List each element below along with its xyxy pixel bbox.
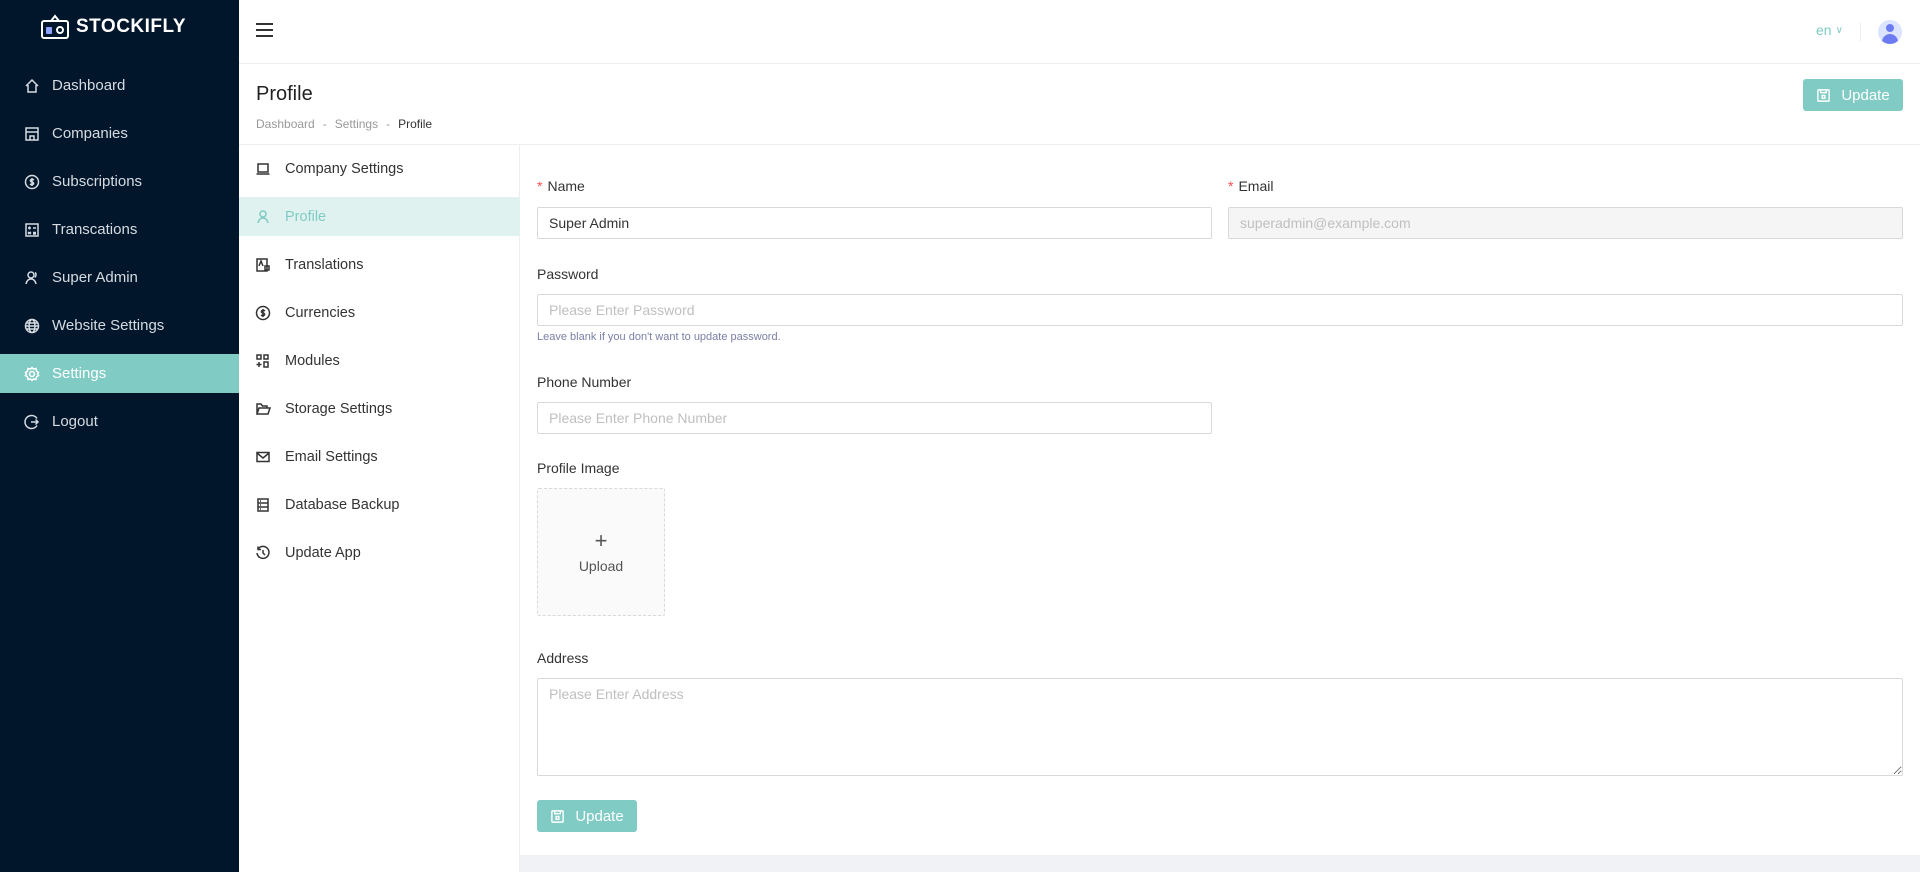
submenu-label: Database Backup <box>285 496 400 513</box>
translation-icon <box>256 257 270 272</box>
address-label: Address <box>537 650 589 666</box>
menu-toggle-icon[interactable] <box>256 23 273 37</box>
user-icon <box>257 209 269 223</box>
globe-icon <box>24 318 40 333</box>
breadcrumb-current: Profile <box>398 117 433 131</box>
sidebar-item-subscriptions[interactable]: Subscriptions <box>0 162 239 201</box>
laptop-icon <box>256 162 270 175</box>
users-icon <box>25 270 37 284</box>
submenu-label: Translations <box>285 256 364 273</box>
save-icon <box>551 809 565 823</box>
submenu-email-settings[interactable]: Email Settings <box>239 437 520 476</box>
upload-label: Upload <box>578 558 624 574</box>
submenu-profile[interactable]: Profile <box>239 197 520 236</box>
user-avatar[interactable] <box>1878 20 1902 44</box>
logout-icon <box>24 414 40 429</box>
top-header: en ∨ <box>239 0 1920 64</box>
breadcrumb-dashboard[interactable]: Dashboard <box>256 117 315 131</box>
submenu-modules[interactable]: Modules <box>239 341 520 380</box>
submenu-label: Company Settings <box>285 160 404 177</box>
sidebar-item-settings[interactable]: Settings <box>0 354 239 393</box>
address-textarea[interactable] <box>537 678 1903 776</box>
sidebar-item-label: Logout <box>52 413 98 430</box>
update-label: Update <box>575 807 624 825</box>
language-selector[interactable]: en ∨ <box>1816 22 1843 38</box>
dollar-circle-icon <box>24 174 40 189</box>
sidebar-item-dashboard[interactable]: Dashboard <box>0 66 239 105</box>
password-label: Password <box>537 266 599 282</box>
sidebar-item-companies[interactable]: Companies <box>0 114 239 153</box>
update-label: Update <box>1841 86 1890 104</box>
submenu-label: Profile <box>285 208 327 225</box>
email-label: * Email <box>1228 178 1274 194</box>
phone-label: Phone Number <box>537 374 632 390</box>
home-icon <box>25 78 39 93</box>
password-hint: Leave blank if you don't want to update … <box>537 331 781 343</box>
sidebar-item-label: Dashboard <box>52 77 126 94</box>
shop-icon <box>25 126 39 141</box>
sidebar-item-super-admin[interactable]: Super Admin <box>0 258 239 297</box>
logo-icon <box>41 14 69 39</box>
sidebar: STOCKIFLY Dashboard Companies Subscripti… <box>0 0 239 872</box>
profile-image-label: Profile Image <box>537 460 620 476</box>
dollar-circle-icon <box>255 305 271 320</box>
submenu-label: Currencies <box>285 304 356 321</box>
name-label: * Name <box>537 178 585 194</box>
submenu-storage-settings[interactable]: Storage Settings <box>239 389 520 428</box>
sidebar-item-label: Website Settings <box>52 317 165 334</box>
modules-icon <box>256 353 269 368</box>
sidebar-item-website-settings[interactable]: Website Settings <box>0 306 239 345</box>
page-title: Profile <box>256 83 313 105</box>
sidebar-item-label: Super Admin <box>52 269 138 286</box>
app-name: STOCKIFLY <box>76 16 187 37</box>
sidebar-item-label: Subscriptions <box>52 173 143 190</box>
calculator-icon <box>25 222 39 237</box>
header-update-button[interactable]: Update <box>1803 79 1903 111</box>
save-icon <box>1817 88 1831 102</box>
submenu-label: Modules <box>285 352 340 369</box>
database-icon <box>257 497 269 512</box>
name-input[interactable] <box>537 207 1212 239</box>
gear-icon <box>24 365 40 382</box>
history-icon <box>256 545 270 559</box>
divider <box>1860 22 1861 42</box>
submenu-translations[interactable]: Translations <box>239 245 520 284</box>
sidebar-item-logout[interactable]: Logout <box>0 402 239 441</box>
breadcrumb: Dashboard - Settings - Profile <box>256 117 433 131</box>
sidebar-item-label: Settings <box>52 365 107 382</box>
submenu-currencies[interactable]: Currencies <box>239 293 520 332</box>
submenu-update-app[interactable]: Update App <box>239 533 520 572</box>
mail-icon <box>256 451 270 462</box>
submenu-company-settings[interactable]: Company Settings <box>239 149 520 188</box>
content-footer-bg <box>520 855 1920 872</box>
password-input[interactable] <box>537 294 1903 326</box>
phone-input[interactable] <box>537 402 1212 434</box>
email-input <box>1228 207 1903 239</box>
profile-image-upload[interactable]: + Upload <box>537 488 665 616</box>
chevron-down-icon: ∨ <box>1835 24 1843 36</box>
submenu-label: Email Settings <box>285 448 378 465</box>
page-header: Profile Dashboard - Settings - Profile Upd… <box>239 64 1920 145</box>
breadcrumb-settings[interactable]: Settings <box>335 117 378 131</box>
plus-icon: + <box>594 528 608 553</box>
app-logo[interactable]: STOCKIFLY <box>40 14 186 40</box>
sidebar-item-label: Companies <box>52 125 128 142</box>
folder-open-icon <box>255 402 271 415</box>
language-label: en <box>1816 22 1832 38</box>
sidebar-item-label: Transcations <box>52 221 138 238</box>
submenu-database-backup[interactable]: Database Backup <box>239 485 520 524</box>
sidebar-item-transcations[interactable]: Transcations <box>0 210 239 249</box>
form-update-button[interactable]: Update <box>537 800 637 832</box>
submenu-label: Storage Settings <box>285 400 393 417</box>
submenu-label: Update App <box>285 544 361 561</box>
settings-submenu: Company Settings Profile Translations Cu… <box>239 145 520 872</box>
